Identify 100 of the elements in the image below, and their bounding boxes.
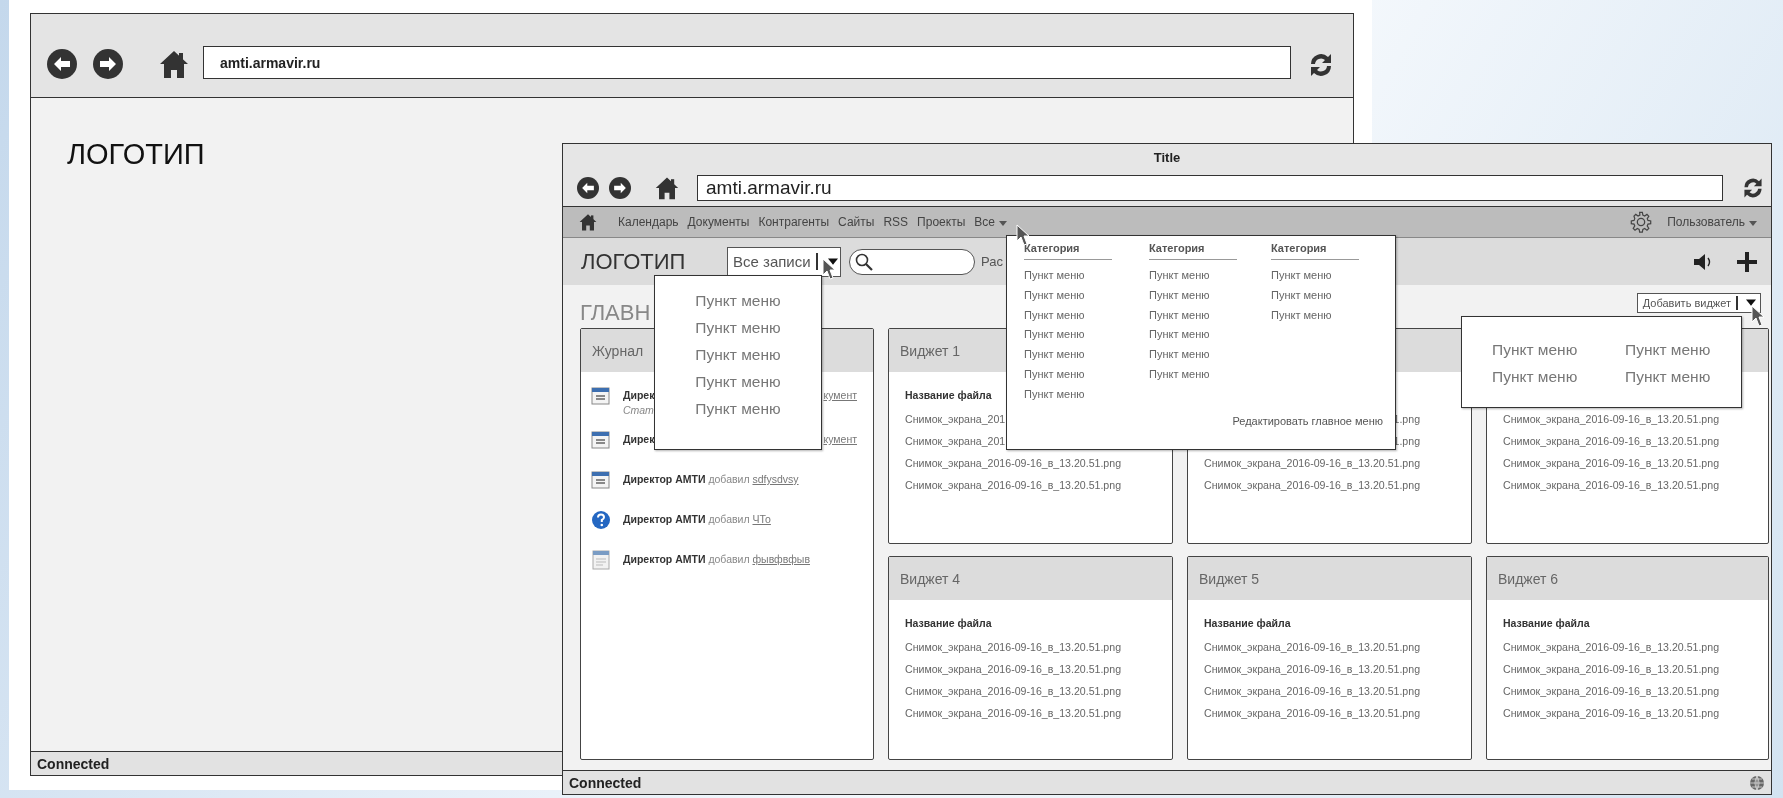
category-heading: Категория: [1149, 242, 1237, 260]
file-link[interactable]: Снимок_экрана_2016-09-16_в_13.20.51.png: [905, 702, 1122, 724]
item-link[interactable]: кумент: [823, 389, 857, 401]
header-text: Рас: [981, 254, 1003, 269]
file-link[interactable]: Снимок_экрана_201: [905, 408, 1006, 430]
nav-link[interactable]: Контрагенты: [758, 215, 830, 229]
panel-title: Журнал: [592, 342, 644, 359]
menu-item[interactable]: Пункт меню: [1271, 285, 1359, 306]
file-link[interactable]: Снимок_экрана_2016-09-16_в_13.20.51.png: [1204, 474, 1421, 496]
file-link[interactable]: Снимок_экрана_2016-09-16_в_13.20.51.png: [1503, 430, 1720, 452]
column-heading: Название файла: [1503, 616, 1590, 631]
menu-item[interactable]: Пункт меню: [1024, 365, 1149, 385]
menu-item[interactable]: Пункт меню: [1625, 336, 1745, 363]
menu-item[interactable]: Пункт меню: [1149, 365, 1271, 385]
caret-icon: [1749, 220, 1757, 226]
menu-item[interactable]: Пункт меню: [1492, 336, 1625, 363]
nav-link[interactable]: Календарь: [618, 215, 679, 229]
entry-text: Директор АМТИ добавил фывфвфыв: [623, 552, 810, 565]
item-link[interactable]: sdfysdvsy: [752, 473, 799, 485]
caret-icon: [998, 220, 1007, 226]
file-link[interactable]: Снимок_экрана_2016-09-16_в_13.20.51.png: [905, 658, 1122, 680]
file-link[interactable]: Снимок_экрана_2016-09-16_в_13.20.51.png: [1503, 474, 1720, 496]
menu-item[interactable]: Пункт меню: [1024, 305, 1149, 326]
file-link[interactable]: 1.png: [1393, 430, 1421, 452]
file-link[interactable]: Снимок_экрана_2016-09-16_в_13.20.51.png: [1503, 702, 1720, 724]
panel-title: Виджет 6: [1498, 570, 1559, 587]
add-widget-select[interactable]: Добавить виджет: [1636, 293, 1761, 313]
file-link[interactable]: Снимок_экрана_2016-09-16_в_13.20.51.png: [905, 680, 1122, 702]
entry-text: Директор АМТИ добавил ЧТо: [623, 512, 771, 525]
column-heading: Название файла: [905, 388, 992, 403]
menu-item[interactable]: Пункт меню: [695, 287, 781, 314]
entry-text: Дирек: [623, 389, 655, 401]
file-link[interactable]: Снимок_экрана_2016-09-16_в_13.20.51.png: [1204, 636, 1421, 658]
menu-item[interactable]: Пункт меню: [695, 314, 781, 341]
plus-icon[interactable]: [1737, 251, 1757, 272]
nav-link[interactable]: Проекты: [917, 215, 966, 229]
file-link[interactable]: Снимок_экрана_2016-09-16_в_13.20.51.png: [905, 474, 1122, 496]
address-field[interactable]: amti.armavir.ru: [203, 46, 1291, 79]
file-link[interactable]: Снимок_экрана_2016-09-16_в_13.20.51.png: [1204, 658, 1421, 680]
edit-menu-link[interactable]: Редактировать главное меню: [1232, 415, 1383, 427]
home-icon[interactable]: [579, 213, 597, 231]
nav-link[interactable]: Сайты: [838, 215, 875, 229]
menu-item[interactable]: Пункт меню: [1149, 325, 1271, 346]
menu-item[interactable]: Пункт меню: [695, 395, 781, 422]
window-title: Title: [1153, 149, 1181, 165]
item-link[interactable]: ЧТо: [752, 513, 771, 525]
column-heading: Название файла: [1204, 616, 1291, 631]
status-text: Connected: [569, 774, 642, 791]
menu-item[interactable]: Пункт меню: [1024, 325, 1149, 346]
file-link[interactable]: Снимок_экрана_2016-09-16_в_13.20.51.png: [1204, 680, 1421, 702]
menu-item[interactable]: Пункт меню: [1625, 363, 1745, 390]
user-menu[interactable]: Пользователь: [1667, 215, 1757, 229]
menu-item[interactable]: Пункт меню: [1024, 384, 1149, 405]
home-icon[interactable]: [159, 49, 189, 79]
menu-item[interactable]: Пункт меню: [1271, 305, 1359, 326]
file-link[interactable]: Снимок_экрана_2016-09-16_в_13.20.51.png: [1503, 680, 1720, 702]
file-link[interactable]: Снимок_экрана_2016-09-16_в_13.20.51.png: [1204, 452, 1421, 474]
item-link[interactable]: кумент: [823, 433, 857, 445]
menu-item[interactable]: Пункт меню: [695, 368, 781, 395]
menu-item[interactable]: Пункт меню: [1271, 266, 1359, 286]
menu-item[interactable]: Пункт меню: [1149, 266, 1271, 286]
menu-item[interactable]: Пункт меню: [1024, 266, 1149, 286]
logo-text: ЛОГОТИП: [581, 248, 687, 275]
panel-title: Виджет 4: [900, 570, 961, 587]
document-icon: [591, 550, 611, 570]
nav-link[interactable]: RSS: [883, 215, 909, 229]
file-link[interactable]: 1.png: [1393, 408, 1421, 430]
menu-item[interactable]: Пункт меню: [1149, 305, 1271, 326]
refresh-icon[interactable]: [1741, 176, 1765, 200]
nav-link[interactable]: Документы: [687, 215, 750, 229]
settings-icon[interactable]: [1630, 211, 1653, 233]
file-link[interactable]: Снимок_экрана_2016-09-16_в_13.20.51.png: [905, 452, 1122, 474]
menu-item[interactable]: Пункт меню: [1024, 345, 1149, 365]
entry-text: Директор АМТИ добавил sdfysdvsy: [623, 472, 799, 485]
file-link[interactable]: Снимок_экрана_2016-09-16_в_13.20.51.png: [1503, 452, 1720, 474]
item-link[interactable]: фывфвфыв: [752, 553, 810, 565]
menu-item[interactable]: Пункт меню: [1149, 345, 1271, 365]
address-field[interactable]: amti.armavir.ru: [697, 175, 1723, 201]
records-select[interactable]: Все записи: [727, 246, 841, 277]
file-link[interactable]: Снимок_экрана_2016-09-16_в_13.20.51.png: [1204, 702, 1421, 724]
menu-item[interactable]: Пункт меню: [1024, 285, 1149, 306]
search-field[interactable]: [849, 248, 975, 275]
entry-text: Дирек: [623, 433, 655, 445]
category-heading: Категория: [1271, 242, 1359, 260]
status-text: Connected: [37, 755, 110, 772]
menu-item[interactable]: Пункт меню: [695, 341, 781, 368]
globe-icon: [1749, 774, 1765, 791]
file-link[interactable]: Снимок_экрана_2016-09-16_в_13.20.51.png: [905, 636, 1122, 658]
file-link[interactable]: Снимок_экрана_201: [905, 430, 1006, 452]
search-icon: [855, 252, 873, 271]
home-icon[interactable]: [655, 176, 679, 200]
file-link[interactable]: Снимок_экрана_2016-09-16_в_13.20.51.png: [1503, 636, 1720, 658]
file-link[interactable]: Снимок_экрана_2016-09-16_в_13.20.51.png: [1503, 658, 1720, 680]
nav-menu-link[interactable]: Все: [974, 215, 1007, 229]
calendar-icon: [591, 470, 611, 490]
file-link[interactable]: Снимок_экрана_2016-09-16_в_13.20.51.png: [1503, 408, 1720, 430]
menu-item[interactable]: Пункт меню: [1492, 363, 1625, 390]
menu-item[interactable]: Пункт меню: [1149, 285, 1271, 306]
help-icon: [591, 510, 611, 530]
caret-icon: [1746, 299, 1756, 307]
